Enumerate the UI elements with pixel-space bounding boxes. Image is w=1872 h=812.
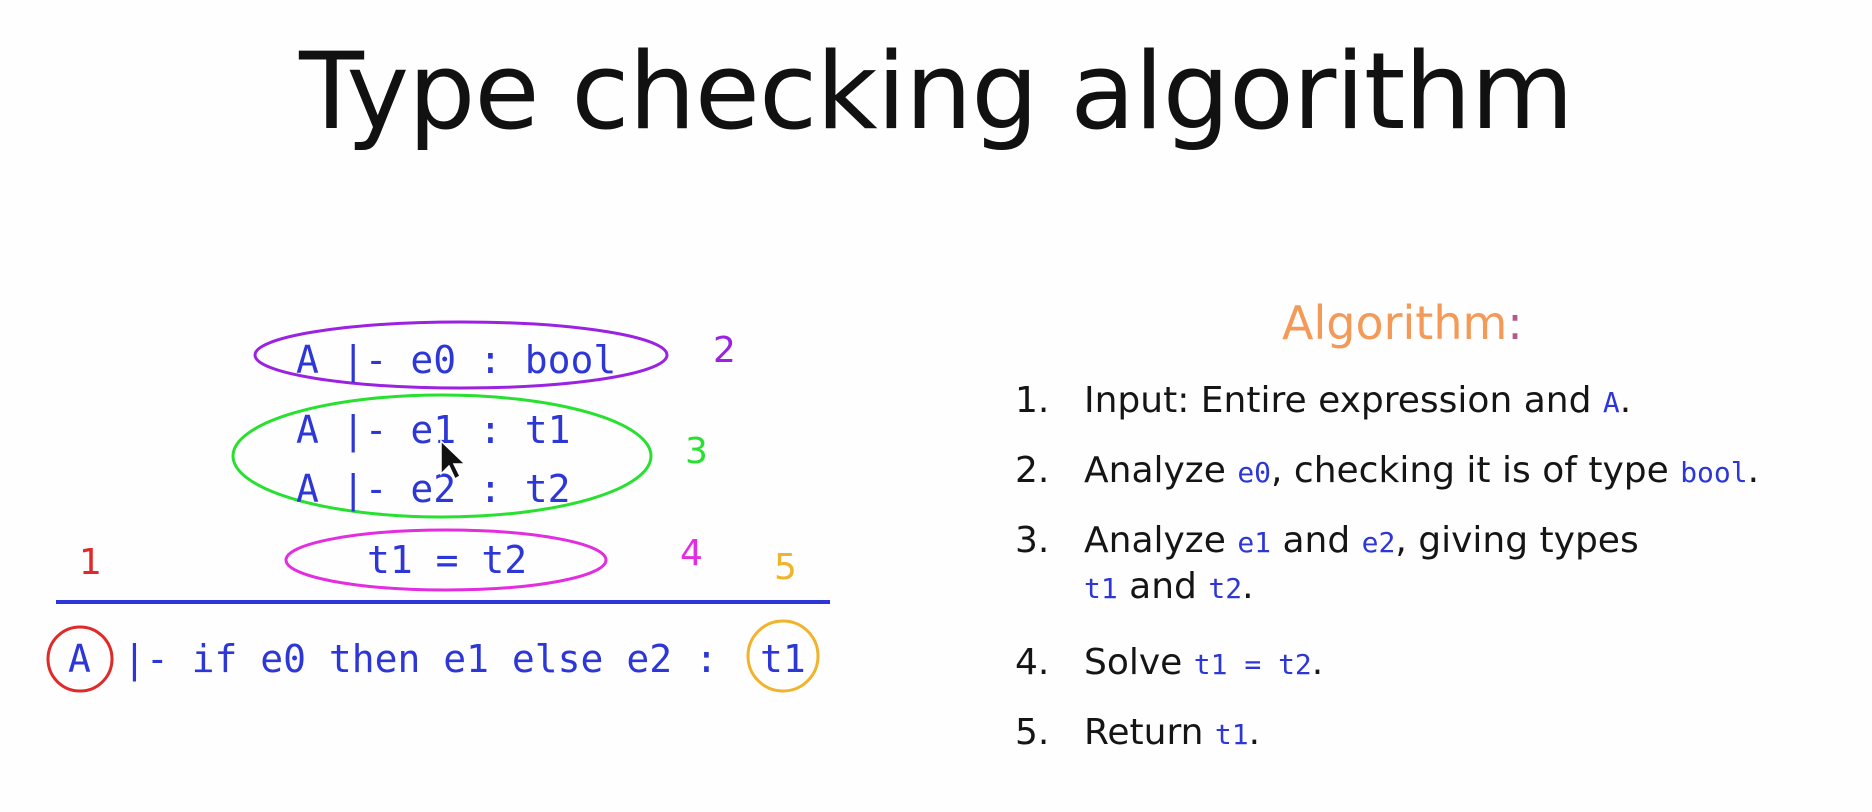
marker-3: 3 [685, 431, 708, 472]
algorithm-step-1: 1. Input: Entire expression and A. [1015, 380, 1631, 421]
algorithm-step-5: 5. Return t1. [1015, 712, 1260, 753]
marker-4: 4 [680, 533, 703, 574]
algorithm-step-4: 4. Solve t1 = t2. [1015, 642, 1323, 683]
code-bool: bool [1680, 456, 1748, 489]
step-text-mid: and [1271, 520, 1362, 561]
step-3-continuation: t1 and t2. [1084, 566, 1254, 607]
marker-1: 1 [79, 542, 102, 583]
step-text: Analyze [1084, 450, 1238, 491]
step-text-end: . [1242, 566, 1254, 607]
code-e2: e2 [1361, 526, 1396, 559]
marker-5: 5 [774, 547, 797, 588]
conclusion-expression: |- if e0 then e1 else e2 : [123, 637, 718, 682]
step-text: Return [1084, 712, 1215, 753]
step-number: 3. [1015, 520, 1050, 561]
algorithm-heading-colon: : [1507, 296, 1523, 350]
algorithm-step-2: 2. Analyze e0, checking it is of type boo… [1015, 450, 1759, 491]
code-t1: t1 [1214, 718, 1249, 751]
step-text: Analyze [1084, 520, 1238, 561]
step-number: 1. [1015, 380, 1050, 421]
algorithm-heading: Algorithm: [1282, 296, 1523, 350]
algorithm-heading-text: Algorithm [1282, 296, 1508, 350]
step-number: 2. [1015, 450, 1050, 491]
code-A: A [1602, 386, 1620, 419]
conclusion-type: t1 [760, 637, 806, 681]
step-text-end: , giving types [1395, 520, 1639, 561]
step-number: 5. [1015, 712, 1050, 753]
premise-e2-t2: A |- e2 : t2 [296, 467, 571, 512]
step-text-mid: , checking it is of type [1271, 450, 1681, 491]
code-t2: t2 [1208, 572, 1243, 605]
step-text-end: . [1747, 450, 1760, 491]
step-text-end: . [1311, 642, 1324, 683]
step-text-mid: and [1117, 566, 1209, 607]
algorithm-step-3: 3. Analyze e1 and e2, giving types t1 and… [1015, 520, 1639, 607]
step-text: Solve [1084, 642, 1194, 683]
step-number: 4. [1015, 642, 1050, 683]
code-e0: e0 [1237, 456, 1272, 489]
code-t1-eq-t2: t1 = t2 [1193, 648, 1312, 681]
code-e1: e1 [1237, 526, 1272, 559]
step-text-end: . [1248, 712, 1261, 753]
code-t1: t1 [1084, 572, 1118, 605]
slide: Type checking algorithm A |- e0 : bool A… [0, 0, 1872, 812]
premise-t1-eq-t2: t1 = t2 [367, 538, 527, 582]
step-text-end: . [1619, 380, 1632, 421]
premise-e1-t1: A |- e1 : t1 [296, 408, 571, 453]
premise-e0-bool: A |- e0 : bool [296, 338, 616, 383]
conclusion-env: A [68, 637, 91, 681]
marker-2: 2 [713, 330, 736, 371]
step-text: Input: Entire expression and [1084, 380, 1603, 421]
